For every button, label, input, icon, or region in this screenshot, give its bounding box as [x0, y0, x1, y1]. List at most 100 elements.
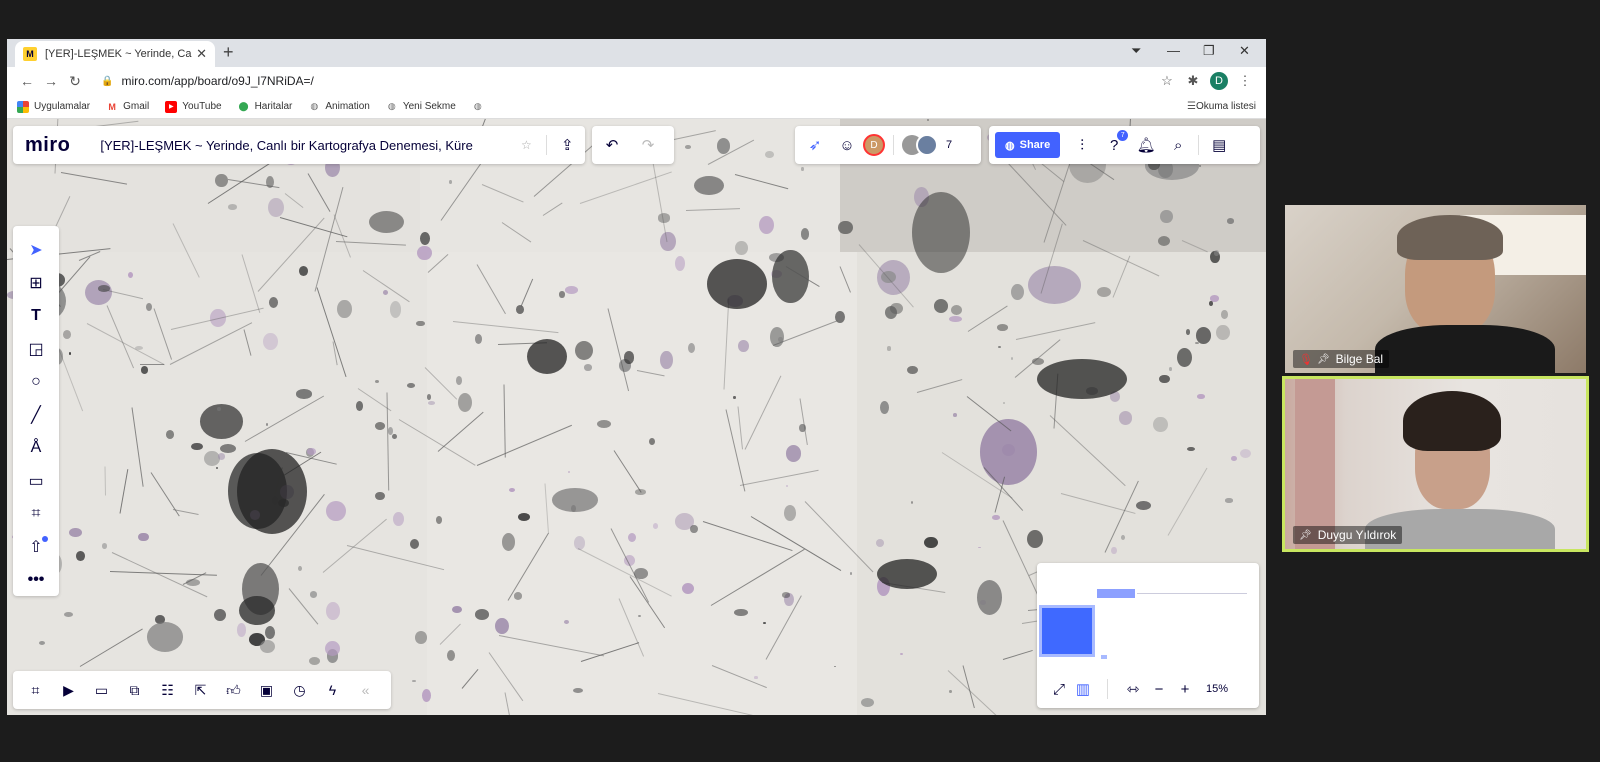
profile-avatar[interactable]: D [1210, 72, 1228, 90]
bookmark-yeni-sekme[interactable]: ◍ Yeni Sekme [386, 101, 456, 113]
lightning-icon[interactable]: ϟ [316, 674, 349, 706]
bookmark-apps[interactable]: Uygulamalar [17, 100, 90, 113]
fullscreen-icon[interactable]: ⤢ [1047, 673, 1071, 705]
text-tool-icon[interactable]: T [20, 300, 52, 333]
screen-share-icon[interactable]: ⧉ [118, 674, 151, 706]
forward-icon[interactable]: → [39, 73, 63, 89]
fit-width-icon[interactable]: ⇿ [1120, 673, 1146, 705]
new-tab-button[interactable]: + [223, 42, 234, 63]
ink-blot [1160, 209, 1173, 223]
url-field[interactable]: 🔒 miro.com/app/board/o9J_l7NRiDA=/ [95, 70, 1154, 92]
globe-icon: ◍ [473, 101, 482, 111]
frame-icon[interactable]: ⌗ [20, 497, 52, 530]
zoom-out-icon[interactable]: − [1146, 673, 1172, 705]
ink-blot [513, 592, 522, 600]
board-image-tile[interactable] [427, 252, 857, 715]
maximize-icon[interactable]: ❐ [1203, 43, 1215, 59]
ink-blot [1176, 348, 1192, 368]
star-icon[interactable]: ☆ [510, 129, 542, 161]
bookmark-gmail[interactable]: M Gmail [106, 101, 149, 113]
export-icon[interactable]: ⇪ [551, 129, 583, 161]
ink-blot [564, 619, 569, 624]
voting-thumb-icon[interactable]: 👍︎ [217, 674, 250, 706]
shape-circle-icon[interactable]: ○ [20, 366, 52, 399]
comments-icon[interactable]: ▭ [85, 674, 118, 706]
zoom-in-icon[interactable]: + [1172, 673, 1198, 705]
cards-icon[interactable]: ☷ [151, 674, 184, 706]
collaborator-avatar[interactable] [916, 134, 938, 156]
ink-blot [310, 591, 318, 598]
bookmark-star-icon[interactable]: ☆ [1154, 73, 1180, 89]
sticky-note-icon[interactable]: ◲ [20, 333, 52, 366]
zoom-level[interactable]: 15% [1206, 683, 1228, 695]
participant-name: Duygu Yıldırok [1317, 528, 1397, 542]
ink-blot [382, 290, 388, 295]
ink-blot [950, 304, 962, 315]
undo-icon[interactable]: ↶ [596, 129, 628, 161]
timer-icon[interactable]: ◷ [283, 674, 316, 706]
board-title[interactable]: [YER]-LEŞMEK ~ Yerinde, Canlı bir Kartog… [100, 138, 510, 153]
ink-blot [886, 346, 892, 351]
templates-icon[interactable]: ⊞ [20, 267, 52, 300]
participant-video-duygu[interactable]: 📌︎ Duygu Yıldırok [1282, 376, 1589, 552]
reload-icon[interactable]: ↻ [63, 73, 87, 90]
ink-blot [648, 437, 655, 445]
line-tool-icon[interactable]: ╱ [20, 399, 52, 432]
browser-menu-icon[interactable]: ⋮ [1232, 73, 1258, 89]
frames-icon[interactable]: ⌗ [19, 674, 52, 706]
settings-sliders-icon[interactable]: ⫶ [1066, 129, 1098, 161]
close-window-icon[interactable]: ✕ [1239, 43, 1250, 59]
ink-blot [733, 395, 736, 400]
help-icon[interactable]: ? 7 [1098, 129, 1130, 161]
tab-miro-board[interactable]: M [YER]-LEŞMEK ~ Yerinde, Canlı bir ✕ [15, 41, 215, 67]
upload-icon[interactable]: ⇧ [20, 530, 52, 563]
notifications-bell-icon[interactable]: 🔔︎ [1130, 129, 1162, 161]
apps-grid-icon [17, 100, 29, 113]
ink-blot [85, 280, 112, 306]
tab-close-icon[interactable]: ✕ [196, 46, 207, 62]
search-icon[interactable]: ⌕ [1162, 129, 1194, 161]
miro-board-canvas[interactable]: miro [YER]-LEŞMEK ~ Yerinde, Canlı bir K… [7, 119, 1266, 715]
notes-panel-icon[interactable]: ▤ [1203, 129, 1235, 161]
collaborator-avatar[interactable]: D [863, 134, 885, 156]
external-link-icon[interactable]: ⇱ [184, 674, 217, 706]
reading-list[interactable]: ☰ Okuma listesi [1187, 101, 1256, 112]
tab-search-icon[interactable]: ⏷ [1131, 43, 1141, 59]
ink-blot [474, 333, 482, 344]
share-button[interactable]: ◍ Share [995, 132, 1061, 158]
map-icon[interactable]: ▥ [1071, 673, 1095, 705]
back-icon[interactable]: ← [15, 73, 39, 89]
collaborator-count[interactable]: 7 [946, 139, 952, 151]
bookmark-animation[interactable]: ◍ Animation [308, 101, 369, 113]
ink-blot [265, 422, 268, 426]
ink-blot [214, 608, 226, 621]
ink-blot [368, 211, 404, 234]
more-tools-icon[interactable]: ••• [20, 563, 52, 596]
redo-icon[interactable]: ↷ [632, 129, 664, 161]
bookmark-unnamed[interactable]: ◍ [472, 101, 489, 113]
comment-icon[interactable]: ▭ [20, 464, 52, 497]
extensions-icon[interactable]: ✱ [1180, 73, 1206, 89]
ink-blot [573, 687, 584, 693]
presentation-icon[interactable]: ▶︎ [52, 674, 85, 706]
minimize-icon[interactable]: — [1167, 43, 1180, 58]
minimap-view[interactable] [1037, 563, 1259, 668]
cursor-follow-icon[interactable]: ➶ [799, 129, 831, 161]
ink-blot [356, 401, 364, 411]
ink-blot [690, 524, 698, 534]
minimap-viewport[interactable] [1039, 605, 1095, 657]
bookmark-maps[interactable]: ⬤ Haritalar [238, 101, 293, 113]
video-chat-icon[interactable]: ▣ [250, 674, 283, 706]
ink-blot [190, 442, 203, 451]
minimap-block [1097, 589, 1135, 598]
pen-tool-icon[interactable]: Å [20, 431, 52, 464]
ink-blot [375, 491, 386, 500]
miro-logo[interactable]: miro [25, 134, 70, 157]
bookmark-youtube[interactable]: ▶ YouTube [165, 100, 222, 113]
ink-blot [1118, 410, 1133, 425]
reactions-icon[interactable]: ☺ [831, 129, 863, 161]
select-cursor-icon[interactable]: ➤ [20, 234, 52, 267]
collapse-toolbar-icon[interactable]: « [349, 674, 382, 706]
participant-video-bilge[interactable]: 🎙︎ 📌︎ Bilge Bal [1285, 205, 1586, 373]
ink-blot [565, 286, 578, 294]
